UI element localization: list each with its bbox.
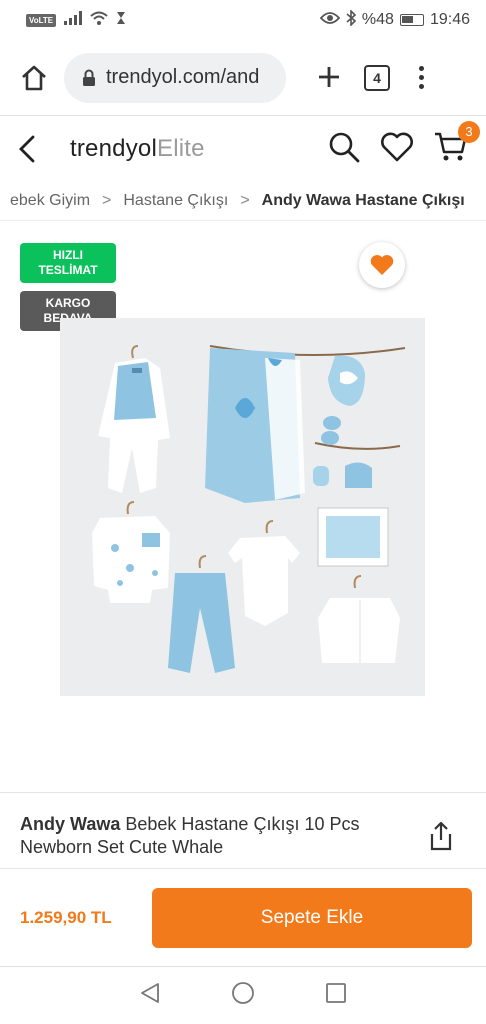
add-to-favorites-button[interactable] — [359, 242, 405, 288]
fast-delivery-badge: HIZLI TESLİMAT — [20, 243, 116, 283]
dot-icon — [418, 66, 424, 71]
product-brand[interactable]: Andy Wawa — [20, 814, 120, 834]
browser-menu-button[interactable] — [416, 66, 426, 89]
badge-text: KARGO — [45, 296, 91, 310]
logo-main: trendyol — [70, 135, 157, 162]
nav-home-button[interactable] — [231, 981, 255, 1010]
plus-icon — [319, 66, 339, 87]
product-price: 1.259,90 TL — [20, 907, 112, 927]
site-logo[interactable]: trendyolElite — [70, 135, 205, 163]
breadcrumb: ebek Giyim > Hastane Çıkışı > Andy Wawa … — [0, 181, 486, 221]
url-text: trendyol.com/and — [106, 66, 260, 88]
back-button[interactable] — [18, 134, 48, 164]
system-navigation-bar — [0, 966, 486, 1024]
breadcrumb-current[interactable]: Andy Wawa Hastane Çıkışı — [262, 192, 465, 210]
product-title: Andy Wawa Bebek Hastane Çıkışı 10 Pcs Ne… — [20, 813, 426, 859]
wifi-icon — [90, 11, 108, 30]
heart-filled-icon — [370, 255, 394, 275]
home-button[interactable] — [16, 60, 52, 96]
battery-percent: %48 — [361, 11, 394, 28]
clock: 19:46 — [429, 11, 470, 28]
address-bar[interactable]: trendyol.com/and — [64, 52, 286, 103]
tab-switcher-button[interactable]: 4 — [364, 64, 390, 91]
triangle-back-icon — [141, 983, 159, 1003]
nav-back-button[interactable] — [139, 982, 161, 1009]
cart-count-badge: 3 — [458, 120, 480, 143]
browser-toolbar: trendyol.com/and 4 — [0, 40, 486, 116]
status-bar: VoLTE %48 19:46 — [0, 0, 486, 40]
nav-recents-button[interactable] — [325, 982, 347, 1009]
volte-indicator: VoLTE — [26, 13, 57, 27]
share-icon — [430, 821, 452, 851]
battery-icon — [399, 14, 424, 26]
add-to-cart-button[interactable]: Sepete Ekle — [152, 887, 472, 948]
lock-icon — [83, 69, 95, 86]
eye-icon — [319, 11, 341, 30]
logo-suffix: Elite — [156, 135, 205, 162]
product-title-section: Andy Wawa Bebek Hastane Çıkışı 10 Pcs Ne… — [0, 792, 486, 868]
breadcrumb-item[interactable]: Hastane Çıkışı — [123, 192, 228, 210]
dot-icon — [418, 75, 424, 80]
breadcrumb-separator: > — [102, 191, 112, 209]
circle-home-icon — [232, 982, 254, 1004]
bluetooth-icon — [346, 8, 357, 31]
signal-icon — [64, 10, 83, 30]
hourglass-icon — [116, 11, 126, 30]
favorites-button[interactable] — [380, 132, 414, 167]
breadcrumb-item[interactable]: ebek Giyim — [10, 192, 90, 210]
heart-icon — [381, 132, 413, 161]
product-gallery: HIZLI TESLİMAT KARGO BEDAVA — [0, 222, 486, 792]
badge-text: TESLİMAT — [38, 263, 98, 277]
product-image[interactable] — [60, 318, 425, 696]
square-recents-icon — [326, 983, 346, 1003]
home-icon — [22, 65, 46, 90]
baby-clothes-set-image — [60, 318, 425, 696]
chevron-left-icon — [19, 135, 35, 163]
search-icon — [329, 132, 360, 162]
dot-icon — [418, 84, 424, 89]
breadcrumb-separator: > — [240, 191, 250, 209]
badge-text: HIZLI — [53, 248, 83, 262]
purchase-bar: 1.259,90 TL Sepete Ekle — [0, 868, 486, 966]
site-header: trendyolElite 3 — [0, 117, 486, 181]
cart-button[interactable]: 3 — [434, 120, 480, 168]
new-tab-button[interactable] — [312, 62, 346, 94]
share-button[interactable] — [428, 821, 456, 851]
search-button[interactable] — [328, 131, 360, 168]
